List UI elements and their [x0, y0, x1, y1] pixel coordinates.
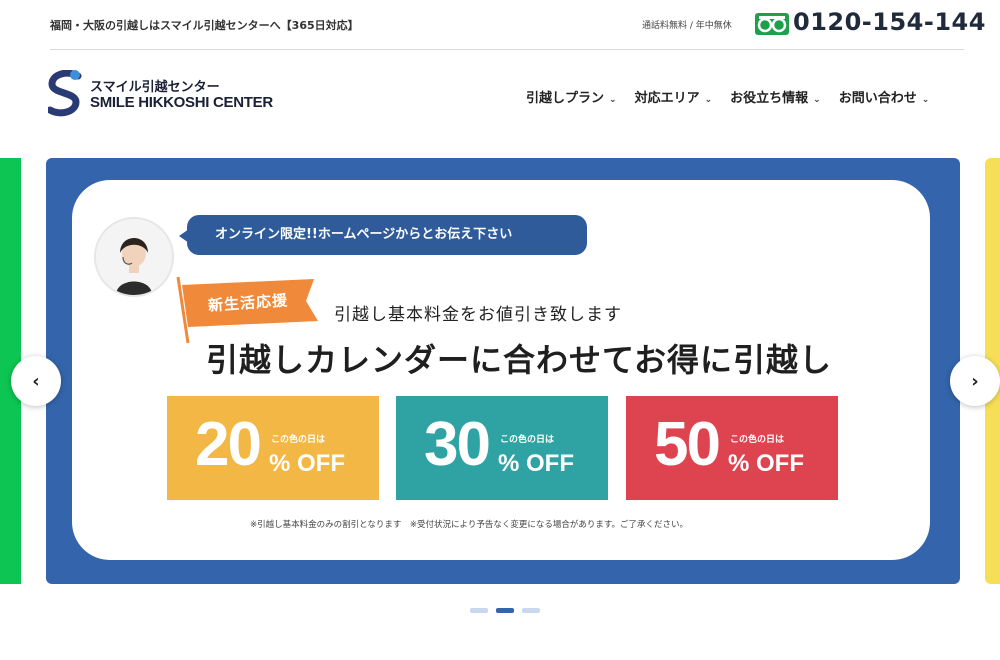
- operator-avatar: [94, 217, 174, 297]
- main-nav: 引越しプラン ⌄ 対応エリア ⌄ お役立ち情報 ⌄ お問い合わせ ⌄: [526, 87, 947, 106]
- carousel-next-button[interactable]: ›: [950, 356, 1000, 406]
- discount-value: 20: [195, 410, 262, 479]
- chevron-right-icon: ›: [971, 370, 979, 392]
- discount-caption: この色の日は: [271, 435, 326, 445]
- chevron-down-icon: ⌄: [704, 95, 713, 105]
- chevron-down-icon: ⌄: [813, 95, 821, 105]
- logo-mark-icon: [48, 70, 82, 117]
- site-tagline: 福岡・大阪の引越しはスマイル引越センターへ【365日対応】: [50, 19, 359, 32]
- sub-heading: 引越し基本料金をお値引き致します: [334, 305, 622, 325]
- free-dial-icon: [755, 13, 789, 35]
- slide-card: オンライン限定!!ホームページからとお伝え下さい 新生活応援 引越し基本料金をお…: [72, 180, 930, 560]
- header-divider: [50, 49, 964, 50]
- carousel-dot-3[interactable]: [522, 608, 540, 613]
- top-bar: 福岡・大阪の引越しはスマイル引越センターへ【365日対応】 通話料無料 / 年中…: [0, 0, 1000, 50]
- carousel-dot-2[interactable]: [496, 608, 514, 613]
- discount-value: 50: [654, 410, 721, 479]
- chevron-down-icon: ⌄: [609, 95, 617, 105]
- discount-box-30: 30 この色の日は % OFF: [396, 396, 608, 500]
- nav-label: 対応エリア: [634, 91, 700, 106]
- chevron-left-icon: ‹: [32, 370, 40, 392]
- nav-item-info[interactable]: お役立ち情報 ⌄: [730, 87, 821, 106]
- logo-text-en: SMILE HIKKOSHI CENTER: [90, 94, 273, 111]
- online-limited-bubble: オンライン限定!!ホームページからとお伝え下さい: [179, 215, 587, 255]
- operator-icon: [96, 219, 172, 295]
- hero-slide[interactable]: オンライン限定!!ホームページからとお伝え下さい 新生活応援 引越し基本料金をお…: [46, 158, 960, 584]
- carousel-dot-1[interactable]: [470, 608, 488, 613]
- carousel-prev-button[interactable]: ‹: [11, 356, 61, 406]
- discount-caption: この色の日は: [500, 435, 555, 445]
- nav-item-contact[interactable]: お問い合わせ ⌄: [839, 87, 930, 106]
- discount-off-label: % OFF: [269, 450, 345, 477]
- discount-value: 30: [424, 410, 491, 479]
- nav-label: お役立ち情報: [730, 91, 809, 106]
- discount-box-50: 50 この色の日は % OFF: [626, 396, 838, 500]
- chevron-down-icon: ⌄: [921, 95, 930, 105]
- nav-item-plan[interactable]: 引越しプラン ⌄: [526, 87, 617, 106]
- nav-label: 引越しプラン: [526, 91, 605, 106]
- tel-note: 通話料無料 / 年中無休: [642, 21, 732, 31]
- nav-label: お問い合わせ: [838, 91, 917, 106]
- phone-number[interactable]: 0120-154-144: [793, 8, 986, 36]
- discount-off-label: % OFF: [498, 450, 574, 477]
- discount-box-20: 20 この色の日は % OFF: [167, 396, 379, 500]
- disclaimer-note: ※引越し基本料金のみの割引となります ※受付状況により予告なく変更になる場合があ…: [250, 520, 688, 530]
- site-logo[interactable]: スマイル引越センター SMILE HIKKOSHI CENTER: [48, 70, 278, 122]
- discount-off-label: % OFF: [728, 450, 804, 477]
- nav-item-area[interactable]: 対応エリア ⌄: [635, 87, 713, 106]
- carousel-dots: [470, 608, 540, 613]
- main-heading: 引越しカレンダーに合わせてお得に引越し: [206, 341, 833, 379]
- logo-text-jp: スマイル引越センター: [90, 80, 220, 95]
- discount-caption: この色の日は: [730, 435, 785, 445]
